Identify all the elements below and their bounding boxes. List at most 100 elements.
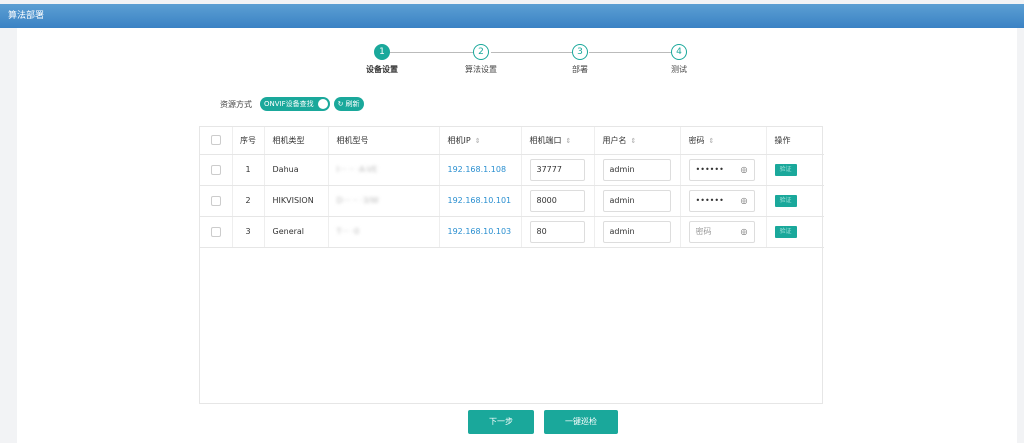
select-all-cell — [200, 127, 232, 155]
next-step-button[interactable]: 下一步 — [468, 410, 534, 434]
row-username-cell: admin — [593, 185, 680, 217]
row-camera-type: Dahua — [263, 154, 328, 186]
sort-icon[interactable]: ⇕ — [631, 137, 637, 145]
sort-icon[interactable]: ⇕ — [566, 137, 572, 145]
step-3-circle[interactable]: 3 — [572, 44, 588, 60]
row-username-cell: admin — [593, 216, 680, 248]
step-connector — [383, 52, 475, 53]
header-camera-ip-label: 相机IP — [447, 135, 471, 145]
row-port-cell: 8000 — [520, 185, 594, 217]
row-select-cell — [200, 185, 232, 217]
step-2-label: 算法设置 — [465, 65, 497, 74]
table-header-row: 序号 相机类型 相机型号 相机IP ⇕ 相机端口 ⇕ 用户名 ⇕ 密码 ⇕ 操作 — [200, 127, 824, 155]
row-password-cell: •••••• ◎ — [679, 154, 766, 186]
refresh-button[interactable]: ↻ 刷新 — [333, 97, 364, 111]
header-index: 序号 — [231, 127, 264, 155]
row-camera-type: HIKVISION — [263, 185, 328, 217]
row-checkbox[interactable] — [210, 195, 221, 206]
row-camera-model: I··· ·· ·A-VE — [336, 165, 378, 174]
row-action-cell: 验证 — [765, 216, 824, 248]
row-checkbox[interactable] — [210, 226, 221, 237]
row-ip-value[interactable]: 192.168.10.103 — [448, 227, 512, 236]
row-ip: 192.168.10.101 — [438, 185, 521, 217]
eye-icon[interactable]: ◎ — [741, 165, 748, 174]
port-input[interactable]: 80 — [529, 220, 585, 243]
sort-icon[interactable]: ⇕ — [475, 137, 481, 145]
row-password-cell: •••••• ◎ — [679, 185, 766, 217]
row-action-cell: 验证 — [765, 154, 824, 186]
refresh-label: 刷新 — [345, 100, 360, 108]
step-4-label: 测试 — [671, 65, 687, 74]
row-ip-value[interactable]: 192.168.1.108 — [448, 165, 507, 174]
header-camera-model: 相机型号 — [327, 127, 439, 155]
header-password[interactable]: 密码 ⇕ — [679, 127, 766, 155]
row-port-cell: 80 — [520, 216, 594, 248]
step-4-circle[interactable]: 4 — [671, 44, 687, 60]
row-index: 3 — [231, 216, 264, 248]
step-2-circle[interactable]: 2 — [473, 44, 489, 60]
row-camera-model-cell: T··· ·0 — [327, 216, 439, 248]
header-camera-port[interactable]: 相机端口 ⇕ — [520, 127, 594, 155]
eye-icon[interactable]: ◎ — [741, 227, 748, 236]
camera-table: 序号 相机类型 相机型号 相机IP ⇕ 相机端口 ⇕ 用户名 ⇕ 密码 ⇕ 操作 1 D… — [199, 126, 824, 404]
refresh-icon: ↻ — [337, 100, 344, 108]
password-input[interactable]: •••••• ◎ — [688, 158, 755, 181]
port-input[interactable]: 8000 — [529, 189, 585, 212]
password-value: •••••• — [695, 165, 724, 174]
row-action-cell: 验证 — [765, 185, 824, 217]
step-3-label: 部署 — [572, 65, 588, 74]
password-value: •••••• — [695, 196, 724, 205]
main-panel: 1 设备设置 2 算法设置 3 部署 4 测试 资源方式 ONVIF设备查找 ↻… — [17, 28, 1017, 443]
toggle-knob — [317, 99, 328, 109]
header-password-label: 密码 — [688, 135, 705, 145]
row-camera-type: General — [263, 216, 328, 248]
row-index: 2 — [231, 185, 264, 217]
eye-icon[interactable]: ◎ — [741, 196, 748, 205]
header-camera-port-label: 相机端口 — [529, 135, 562, 145]
row-select-cell — [200, 216, 232, 248]
step-connector — [589, 52, 675, 53]
source-row: 资源方式 ONVIF设备查找 ↻ 刷新 — [220, 96, 364, 112]
one-click-inspect-button[interactable]: 一键巡检 — [544, 410, 618, 434]
row-ip: 192.168.10.103 — [438, 216, 521, 248]
password-placeholder: 密码 — [695, 227, 712, 236]
row-port-cell: 37777 — [520, 154, 594, 186]
step-1-label: 设备设置 — [366, 65, 398, 74]
row-ip: 192.168.1.108 — [438, 154, 521, 186]
row-username-cell: admin — [593, 154, 680, 186]
window-title: 算法部署 — [0, 4, 1024, 28]
footer-actions: 下一步 一键巡检 — [468, 410, 618, 434]
row-index: 1 — [231, 154, 264, 186]
onvif-toggle[interactable]: ONVIF设备查找 — [260, 97, 330, 111]
row-camera-model: T··· ·0 — [336, 227, 360, 236]
onvif-toggle-label: ONVIF设备查找 — [264, 100, 314, 108]
table-row: 2 HIKVISION D··· ·· ·3/W 192.168.10.101 … — [200, 185, 824, 217]
row-checkbox[interactable] — [210, 164, 221, 175]
port-input[interactable]: 37777 — [529, 158, 585, 181]
password-input[interactable]: 密码 ◎ — [688, 220, 755, 243]
sort-icon[interactable]: ⇕ — [709, 137, 715, 145]
verify-button[interactable]: 验证 — [774, 194, 797, 207]
username-input[interactable]: admin — [602, 158, 671, 181]
step-connector — [491, 52, 573, 53]
password-input[interactable]: •••••• ◎ — [688, 189, 755, 212]
row-camera-model-cell: I··· ·· ·A-VE — [327, 154, 439, 186]
header-camera-ip[interactable]: 相机IP ⇕ — [438, 127, 521, 155]
row-password-cell: 密码 ◎ — [679, 216, 766, 248]
verify-button[interactable]: 验证 — [774, 163, 797, 176]
username-input[interactable]: admin — [602, 189, 671, 212]
header-username[interactable]: 用户名 ⇕ — [593, 127, 680, 155]
header-action: 操作 — [765, 127, 824, 155]
source-label: 资源方式 — [220, 99, 252, 109]
row-select-cell — [200, 154, 232, 186]
table-row: 3 General T··· ·0 192.168.10.103 80 admi… — [200, 216, 824, 248]
step-1-circle[interactable]: 1 — [374, 44, 390, 60]
username-input[interactable]: admin — [602, 220, 671, 243]
select-all-checkbox[interactable] — [210, 135, 221, 146]
verify-button[interactable]: 验证 — [774, 225, 797, 238]
table-row: 1 Dahua I··· ·· ·A-VE 192.168.1.108 3777… — [200, 154, 824, 186]
row-ip-value[interactable]: 192.168.10.101 — [448, 196, 512, 205]
header-camera-type: 相机类型 — [263, 127, 328, 155]
header-username-label: 用户名 — [602, 135, 627, 145]
row-camera-model: D··· ·· ·3/W — [336, 196, 379, 205]
